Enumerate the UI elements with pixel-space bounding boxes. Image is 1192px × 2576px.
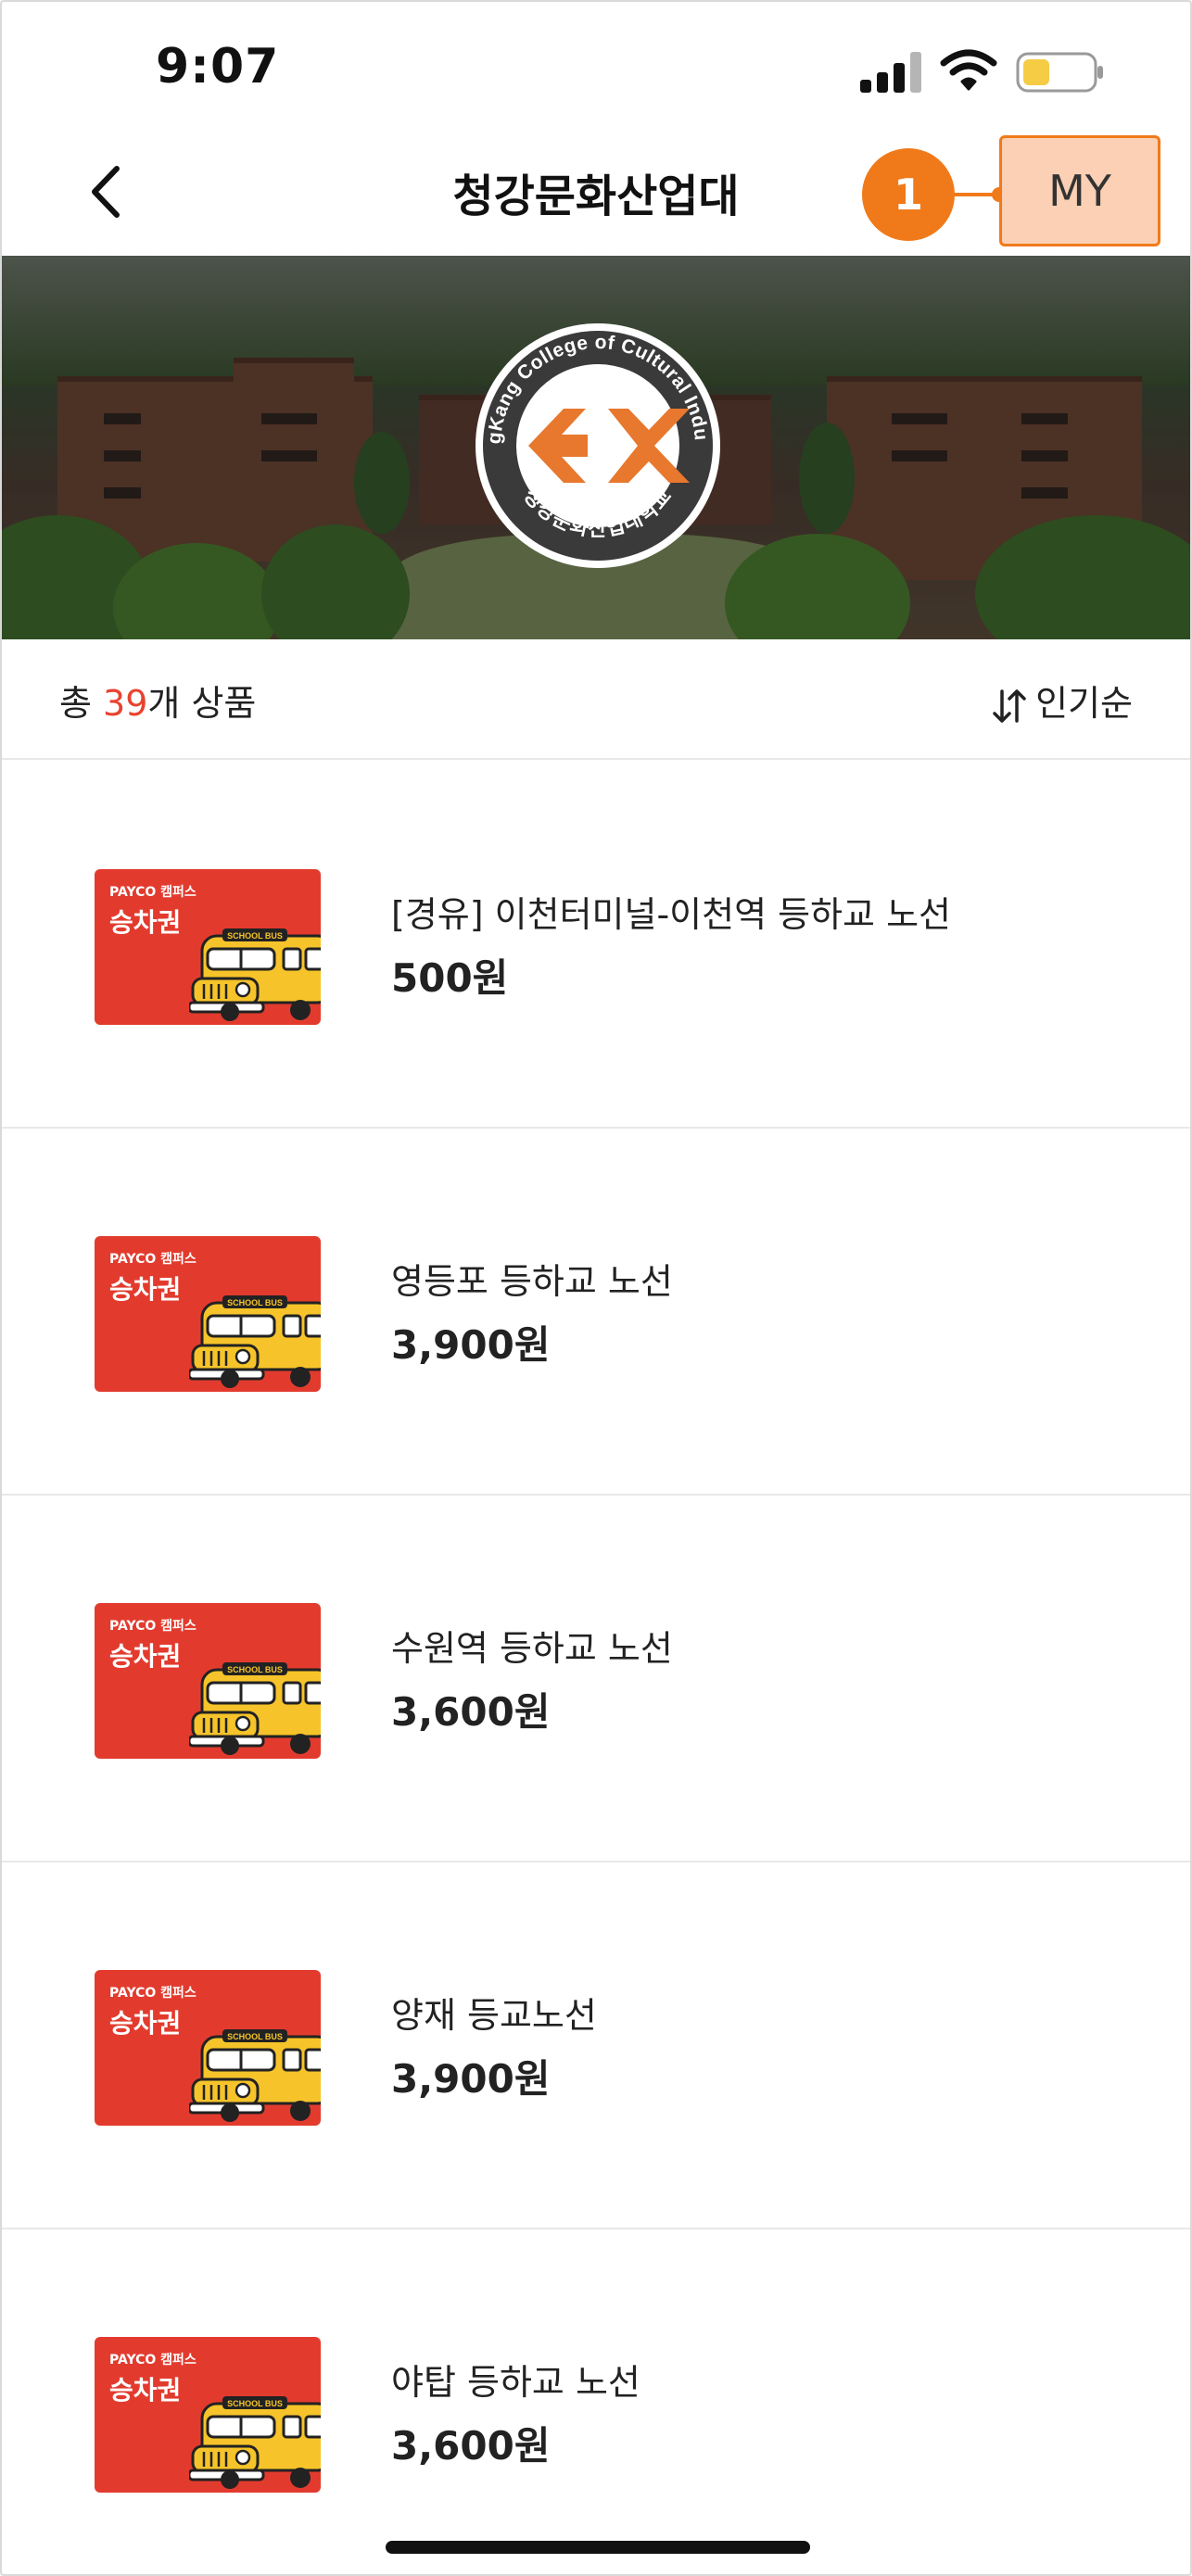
product-price: 500원 [391, 955, 509, 1001]
step-badge: 1 [862, 148, 955, 241]
college-emblem: ChungKang College of Cultural Industries… [473, 321, 720, 568]
product-thumbnail: PAYCO 캠퍼스 승차권 [95, 1236, 321, 1392]
thumbnail-label: 승차권 [109, 907, 182, 938]
wifi-icon [940, 49, 997, 91]
product-thumbnail: PAYCO 캠퍼스 승차권 [95, 2337, 321, 2493]
app-screen: 9:07 청강문화산업대 1 MY gKang College of Cultu… [0, 0, 1192, 2576]
thumbnail-label: 승차권 [109, 2375, 182, 2406]
product-title: 수원역 등하교 노선 [391, 1628, 673, 1669]
thumbnail-brand: PAYCO 캠퍼스 [109, 1619, 197, 1634]
product-item[interactable]: PAYCO 캠퍼스 승차권 수원역 등하교 노선 3,600원 [2, 1496, 1190, 1863]
school-bus-icon [189, 2394, 321, 2489]
nav-bar: 청강문화산업대 1 MY [2, 132, 1190, 256]
product-title: [경유] 이천터미널-이천역 등하교 노선 [391, 894, 952, 935]
status-time: 9:07 [156, 39, 280, 95]
status-bar: 9:07 [2, 2, 1190, 132]
product-count-prefix: 총 [59, 683, 104, 724]
product-count-suffix: 개 상품 [147, 683, 257, 724]
product-item[interactable]: PAYCO 캠퍼스 승차권 [경유] 이천터미널-이천역 등하교 노선 500원 [2, 762, 1190, 1129]
thumbnail-brand: PAYCO 캠퍼스 [109, 1252, 197, 1267]
home-indicator[interactable] [386, 2541, 810, 2554]
product-price: 3,600원 [391, 1689, 551, 1735]
school-bus-icon [189, 1294, 321, 1388]
sort-dropdown[interactable]: 인기순 [991, 675, 1133, 726]
campus-banner: ChungKang College of Cultural Industries… [2, 256, 1190, 639]
product-title: 양재 등교노선 [391, 1995, 597, 2036]
sort-label: 인기순 [1035, 683, 1133, 724]
product-count-number: 39 [103, 683, 148, 724]
product-item[interactable]: PAYCO 캠퍼스 승차권 영등포 등하교 노선 3,900원 [2, 1129, 1190, 1496]
list-header: 총 39개 상품 인기순 [2, 639, 1190, 760]
school-bus-icon [189, 2027, 321, 2122]
product-count: 총 39개 상품 [59, 675, 256, 726]
thumbnail-label: 승차권 [109, 1641, 182, 1672]
thumbnail-brand: PAYCO 캠퍼스 [109, 1986, 197, 2001]
school-bus-icon [189, 1661, 321, 1755]
thumbnail-brand: PAYCO 캠퍼스 [109, 885, 197, 900]
thumbnail-label: 승차권 [109, 2008, 182, 2039]
school-bus-icon [189, 927, 321, 1021]
product-thumbnail: PAYCO 캠퍼스 승차권 [95, 1970, 321, 2126]
product-thumbnail: PAYCO 캠퍼스 승차권 [95, 869, 321, 1025]
cellular-signal-icon [860, 52, 921, 93]
product-item[interactable]: PAYCO 캠퍼스 승차권 양재 등교노선 3,900원 [2, 1863, 1190, 2229]
my-button[interactable]: MY [999, 135, 1160, 246]
product-price: 3,900원 [391, 1322, 551, 1368]
product-thumbnail: PAYCO 캠퍼스 승차권 [95, 1603, 321, 1759]
sort-arrows-icon [993, 688, 1026, 723]
product-price: 3,600원 [391, 2423, 551, 2469]
product-title: 영등포 등하교 노선 [391, 1261, 673, 1302]
product-item[interactable]: PAYCO 캠퍼스 승차권 야탑 등하교 노선 3,600원 [2, 2229, 1190, 2574]
thumbnail-brand: PAYCO 캠퍼스 [109, 2353, 197, 2368]
product-title: 야탑 등하교 노선 [391, 2362, 640, 2403]
thumbnail-label: 승차권 [109, 1274, 182, 1305]
battery-icon [1016, 52, 1103, 93]
product-price: 3,900원 [391, 2056, 551, 2102]
